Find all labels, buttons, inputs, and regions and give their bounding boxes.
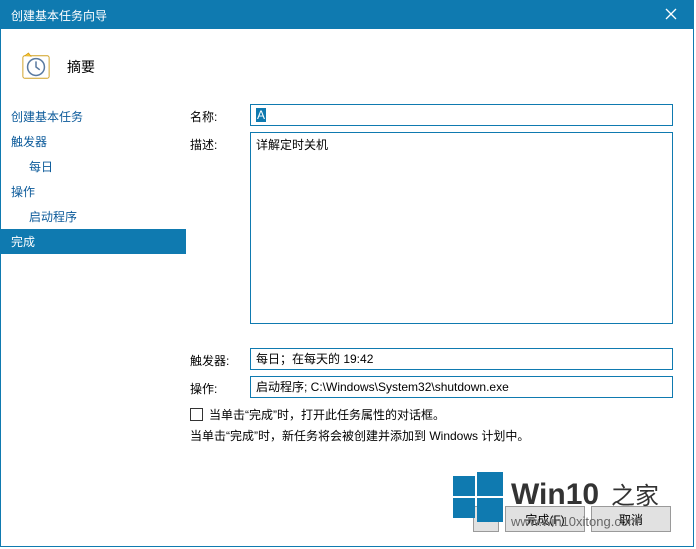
sidebar-item-trigger[interactable]: 触发器 [1,129,186,154]
label-name: 名称: [190,104,250,125]
sidebar-item-label: 完成 [11,235,35,249]
trigger-value: 每日；在每天的 19:42 [250,348,673,370]
row-description: 描述: [190,132,673,324]
wizard-body: 创建基本任务 触发器 每日 操作 启动程序 完成 名称: A 描述: 触发器: … [1,104,693,546]
sidebar-item-label: 每日 [29,160,53,174]
name-value: A [256,108,266,122]
label-trigger: 触发器: [190,348,250,369]
chevron-left-icon: < [482,512,489,526]
open-properties-label: 当单击“完成”时，打开此任务属性的对话框。 [209,406,445,423]
titlebar: 创建基本任务向导 [1,1,693,29]
sidebar-item-label: 操作 [11,185,35,199]
window-title: 创建基本任务向导 [11,7,107,24]
sidebar-item-label: 触发器 [11,135,47,149]
wizard-sidebar: 创建基本任务 触发器 每日 操作 启动程序 完成 [1,104,186,546]
action-value: 启动程序; C:\Windows\System32\shutdown.exe [250,376,673,398]
sidebar-item-start-program[interactable]: 启动程序 [1,204,186,229]
description-input[interactable] [250,132,673,324]
back-button[interactable]: < [473,506,499,532]
row-trigger: 触发器: 每日；在每天的 19:42 [190,348,673,370]
wizard-window: 创建基本任务向导 摘要 创建基本任务 触发器 每日 操作 启动程序 完成 [0,0,694,547]
cancel-button-label: 取消 [619,511,643,528]
row-open-properties: 当单击“完成”时，打开此任务属性的对话框。 [190,406,673,423]
sidebar-item-daily[interactable]: 每日 [1,154,186,179]
close-icon [665,7,677,23]
wizard-header: 摘要 [1,29,693,104]
open-properties-checkbox[interactable] [190,408,203,421]
row-name: 名称: A [190,104,673,126]
clock-icon [21,52,51,82]
sidebar-item-finish[interactable]: 完成 [1,229,186,254]
label-description: 描述: [190,132,250,153]
sidebar-item-label: 创建基本任务 [11,110,83,124]
sidebar-item-action[interactable]: 操作 [1,179,186,204]
name-input[interactable]: A [250,104,673,126]
wizard-content: 名称: A 描述: 触发器: 每日；在每天的 19:42 操作: 启动程序; C… [186,104,693,546]
cancel-button[interactable]: 取消 [591,506,671,532]
label-action: 操作: [190,376,250,397]
finish-button[interactable]: 完成(F) [505,506,585,532]
wizard-footer: < 完成(F) 取消 [473,506,671,532]
finish-hint: 当单击“完成”时，新任务将会被创建并添加到 Windows 计划中。 [190,427,673,444]
finish-button-label: 完成(F) [525,511,564,528]
close-button[interactable] [649,1,693,29]
sidebar-item-create-task[interactable]: 创建基本任务 [1,104,186,129]
row-action: 操作: 启动程序; C:\Windows\System32\shutdown.e… [190,376,673,398]
sidebar-item-label: 启动程序 [29,210,77,224]
page-title: 摘要 [67,57,95,77]
